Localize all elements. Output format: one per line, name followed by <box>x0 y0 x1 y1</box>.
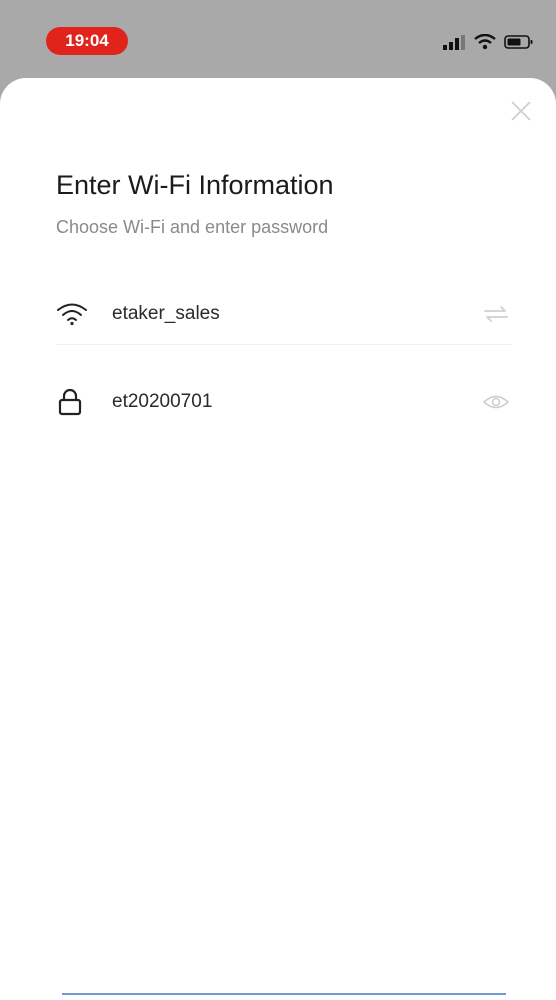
battery-icon <box>504 35 533 49</box>
status-bar: 19:04 <box>0 0 556 78</box>
status-icons <box>442 32 534 52</box>
status-time: 19:04 <box>46 27 128 55</box>
password-field[interactable]: et20200701 <box>56 372 512 432</box>
close-button[interactable] <box>508 98 534 124</box>
signal-icon <box>443 35 465 50</box>
eye-icon <box>482 395 510 409</box>
switch-network-icon <box>484 306 508 322</box>
close-icon <box>511 101 531 121</box>
wifi-sheet: Enter Wi-Fi Information Choose Wi-Fi and… <box>0 78 556 1000</box>
wifi-network-name: etaker_sales <box>112 303 220 324</box>
lock-icon <box>56 384 92 420</box>
switch-network-button[interactable] <box>480 298 512 330</box>
wifi-icon <box>474 34 496 50</box>
password-value: et20200701 <box>112 391 213 412</box>
toggle-password-visibility-button[interactable] <box>480 386 512 418</box>
page-title: Enter Wi-Fi Information <box>56 170 334 200</box>
page-subtitle: Choose Wi-Fi and enter password <box>56 217 329 237</box>
wifi-icon <box>56 296 92 332</box>
wifi-network-field[interactable]: etaker_sales <box>56 284 512 345</box>
bottom-divider <box>62 993 506 995</box>
